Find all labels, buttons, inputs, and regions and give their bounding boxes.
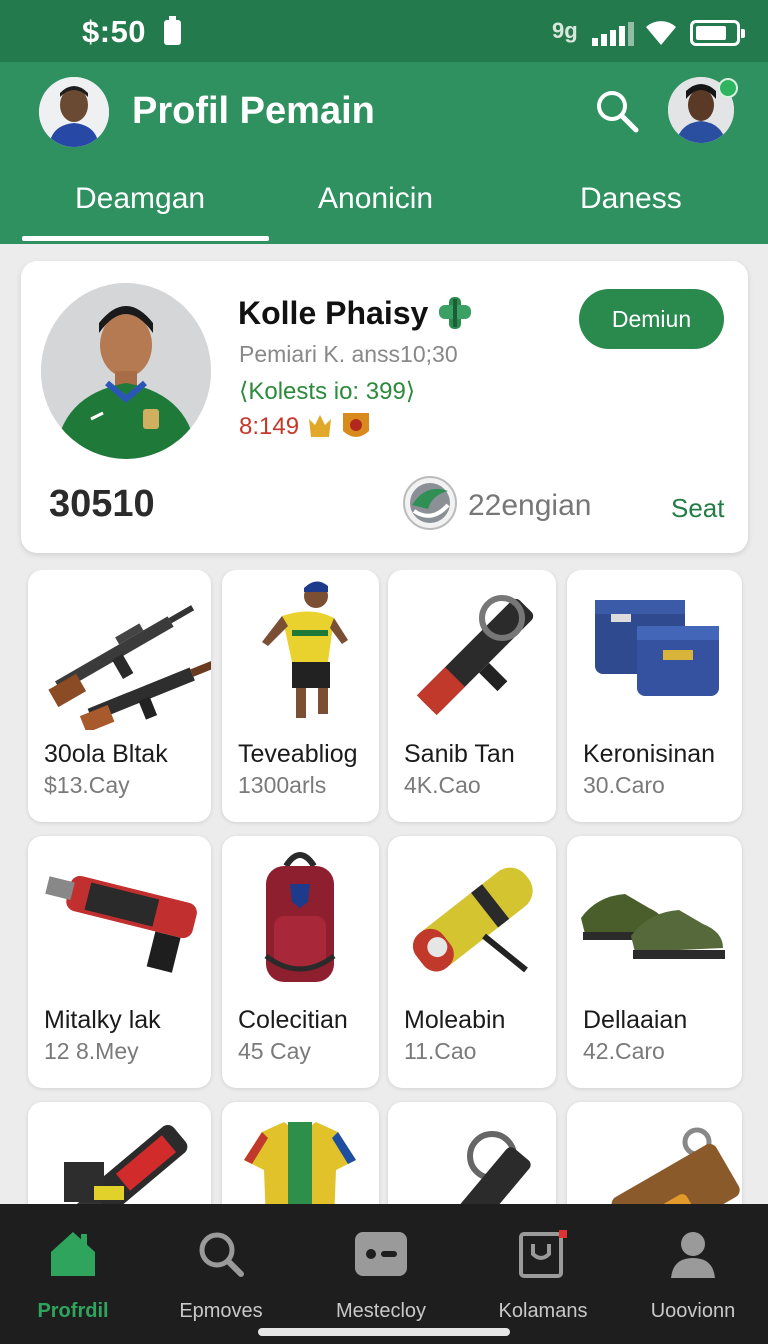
player-meta: Pemiari K. anss10;30 — [239, 341, 458, 367]
team-logo-icon — [403, 476, 457, 530]
item-title: Colecitian — [238, 1006, 348, 1034]
item-card[interactable]: Colecitian 45 Cay — [222, 836, 379, 1088]
tab-bar: Deamgan Anonicin Daness — [0, 172, 768, 244]
team-name: 22engian — [468, 489, 592, 522]
player-portrait-icon — [41, 283, 211, 459]
active-tab-indicator — [22, 236, 269, 241]
bag-icon — [611, 1127, 740, 1204]
chainsaw-icon — [64, 1124, 188, 1204]
strap-icon — [422, 1131, 531, 1204]
dual-sim-label: 9g — [552, 18, 578, 43]
page-title: Profil Pemain — [132, 90, 375, 132]
status-time: $:50 — [82, 14, 147, 49]
item-title: Moleabin — [404, 1006, 506, 1034]
player-photo — [41, 283, 211, 459]
rifles-icon — [48, 605, 211, 730]
backpack-icon — [264, 852, 336, 982]
item-price: 42.Caro — [583, 1038, 665, 1064]
trophy-icon — [309, 413, 369, 437]
item-grid: 30ola Bltak $13.Cay Teveabliog 1300arls — [0, 570, 768, 1204]
item-card[interactable] — [28, 1102, 211, 1204]
seat-link[interactable]: Seat — [671, 493, 725, 524]
tube-launcher-icon — [412, 867, 533, 973]
item-title: Teveabliog — [238, 740, 358, 768]
nav-label: Kolamans — [498, 1300, 588, 1322]
item-price: 11.Cao — [404, 1038, 477, 1064]
player-figure-icon — [262, 581, 348, 718]
item-title: Dellaaian — [583, 1006, 688, 1034]
wifi-icon — [646, 21, 676, 45]
online-status-icon — [718, 78, 738, 98]
launcher-icon — [416, 595, 534, 716]
verified-badge-icon — [439, 297, 471, 329]
item-card[interactable]: Dellaaian 42.Caro — [567, 836, 742, 1088]
status-bar: $:50 9g — [0, 0, 768, 62]
app-header: Profil Pemain Deamgan Anonicin Daness — [0, 62, 768, 244]
heavy-gun-icon — [45, 875, 197, 973]
nav-epmoves[interactable]: Epmoves — [146, 1222, 296, 1322]
nav-label: Mestecloy — [335, 1300, 427, 1322]
bottom-navigation: Profrdil Epmoves Mestecloy Kolamans Uoov… — [0, 1204, 768, 1344]
item-card[interactable] — [388, 1102, 556, 1204]
home-icon — [51, 1232, 95, 1276]
nav-label: Profrdil — [37, 1300, 109, 1322]
item-card[interactable] — [567, 1102, 742, 1204]
item-card[interactable]: Moleabin 11.Cao — [388, 836, 556, 1088]
premium-button[interactable]: Demiun — [579, 289, 724, 349]
ammo-case-icon — [595, 600, 719, 696]
tab-daness[interactable]: Daness — [580, 182, 682, 216]
tab-deamgan[interactable]: Deamgan — [75, 182, 205, 216]
item-price: 4K.Cao — [404, 772, 481, 798]
avatar-figure-icon — [39, 77, 109, 147]
nav-uoovionn[interactable]: Uoovionn — [618, 1222, 768, 1322]
player-stat: ⟨Kolests io: 399⟩ — [239, 378, 416, 405]
nav-label: Uoovionn — [650, 1300, 736, 1322]
tab-anonicin[interactable]: Anonicin — [318, 182, 433, 216]
player-name: Kolle Phaisy — [238, 295, 429, 331]
item-price: 1300arls — [238, 772, 327, 798]
wallet-icon — [355, 1232, 407, 1276]
item-price: 45 Cay — [238, 1038, 311, 1064]
avatar[interactable] — [39, 77, 109, 147]
item-price: 30.Caro — [583, 772, 665, 798]
bag-icon — [519, 1230, 567, 1278]
player-score: 30510 — [49, 483, 155, 525]
item-card[interactable]: Keronisinan 30.Caro — [567, 570, 742, 822]
nav-mestecloy[interactable]: Mestecloy — [306, 1222, 456, 1322]
item-card[interactable]: Sanib Tan 4K.Cao — [388, 570, 556, 822]
item-card[interactable]: Teveabliog 1300arls — [222, 570, 379, 822]
item-price: $13.Cay — [44, 772, 130, 798]
item-card[interactable]: 30ola Bltak $13.Cay — [28, 570, 211, 822]
item-card[interactable]: Mitalky lak 12 8.Mey — [28, 836, 211, 1088]
item-price: 12 8.Mey — [44, 1038, 139, 1064]
nav-kolamans[interactable]: Kolamans — [468, 1222, 618, 1322]
item-title: 30ola Bltak — [44, 740, 168, 768]
battery-saver-icon — [164, 16, 181, 45]
nav-label: Epmoves — [179, 1300, 263, 1322]
home-indicator[interactable] — [258, 1328, 510, 1336]
player-rank: 8:149 — [239, 413, 300, 440]
nav-profile[interactable]: Profrdil — [0, 1222, 148, 1322]
item-title: Keronisinan — [583, 740, 716, 768]
search-icon[interactable] — [592, 86, 642, 136]
search-icon — [199, 1232, 244, 1277]
user-icon — [671, 1232, 715, 1278]
item-title: Mitalky lak — [44, 1006, 161, 1034]
signal-icon — [592, 22, 634, 46]
profile-card: Kolle Phaisy Pemiari K. anss10;30 ⟨Koles… — [21, 261, 748, 553]
jersey-icon — [244, 1122, 356, 1204]
item-card[interactable] — [222, 1102, 379, 1204]
shoes-icon — [581, 894, 725, 959]
battery-icon — [690, 20, 745, 46]
item-title: Sanib Tan — [404, 740, 515, 768]
